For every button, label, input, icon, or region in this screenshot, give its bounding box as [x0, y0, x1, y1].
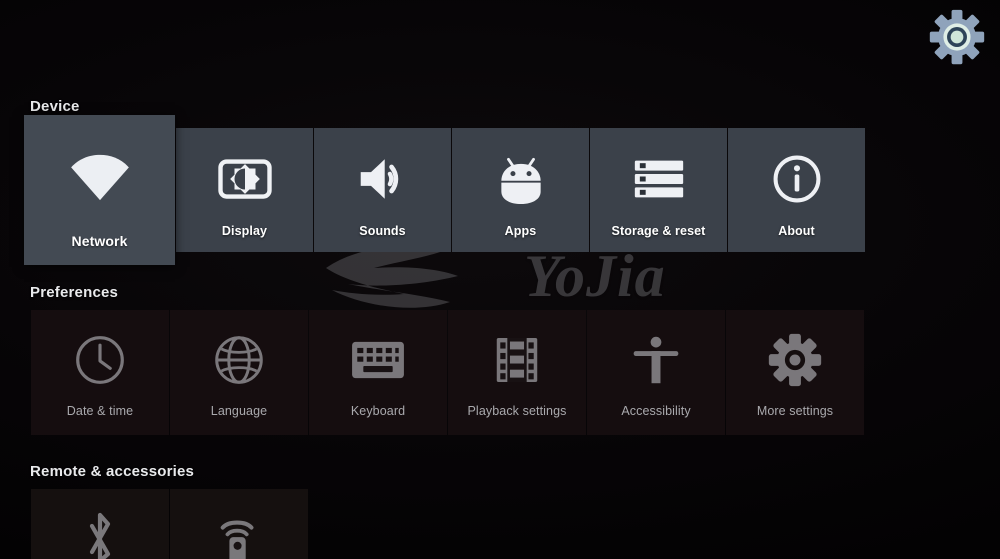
- brightness-icon: [217, 150, 273, 208]
- android-icon: [496, 150, 546, 208]
- remote-accessories-tile-row: [31, 489, 309, 559]
- tile-keyboard[interactable]: Keyboard: [309, 310, 447, 435]
- tile-about[interactable]: About: [728, 128, 865, 252]
- tile-label: Playback settings: [467, 404, 567, 418]
- remote-control-icon: [216, 511, 262, 559]
- settings-screen: YoJia Device Network Display Sounds Apps…: [0, 0, 1000, 559]
- info-icon: [772, 150, 822, 208]
- tile-apps[interactable]: Apps: [452, 128, 589, 252]
- tile-storage-reset[interactable]: Storage & reset: [590, 128, 727, 252]
- section-title-device: Device: [30, 98, 80, 115]
- device-tile-row: Network Display Sounds Apps Storage & re…: [24, 115, 866, 265]
- tile-sounds[interactable]: Sounds: [314, 128, 451, 252]
- tile-playback-settings[interactable]: Playback settings: [448, 310, 586, 435]
- tile-label: Accessibility: [621, 404, 691, 418]
- tile-more-settings[interactable]: More settings: [726, 310, 864, 435]
- tile-network[interactable]: Network: [24, 115, 175, 265]
- speaker-icon: [355, 150, 411, 208]
- tile-label: Apps: [504, 224, 537, 238]
- tile-bluetooth[interactable]: [31, 489, 169, 559]
- storage-icon: [633, 150, 685, 208]
- wifi-icon: [69, 141, 131, 213]
- tile-label: Date & time: [66, 404, 134, 418]
- accessibility-icon: [631, 330, 681, 390]
- film-strip-icon: [495, 330, 539, 390]
- tile-language[interactable]: Language: [170, 310, 308, 435]
- bluetooth-icon: [79, 511, 121, 559]
- tile-label: Keyboard: [350, 404, 406, 418]
- tile-date-time[interactable]: Date & time: [31, 310, 169, 435]
- tile-label: Display: [221, 224, 268, 238]
- section-title-preferences: Preferences: [30, 284, 119, 301]
- keyboard-icon: [351, 330, 405, 390]
- tile-label: More settings: [756, 404, 834, 418]
- tile-label: Language: [210, 404, 268, 418]
- gear-icon: [768, 330, 822, 390]
- globe-icon: [213, 330, 265, 390]
- tile-display[interactable]: Display: [176, 128, 313, 252]
- tile-remote-control[interactable]: [170, 489, 308, 559]
- tile-accessibility[interactable]: Accessibility: [587, 310, 725, 435]
- settings-gear-icon[interactable]: [928, 8, 986, 66]
- preferences-tile-row: Date & time Language Keyboard Playback s…: [31, 310, 865, 435]
- tile-label: About: [778, 224, 815, 238]
- tile-label: Sounds: [359, 224, 406, 238]
- section-title-remote-accessories: Remote & accessories: [30, 463, 195, 480]
- tile-label: Network: [71, 233, 128, 249]
- clock-icon: [74, 330, 126, 390]
- tile-label: Storage & reset: [611, 224, 706, 238]
